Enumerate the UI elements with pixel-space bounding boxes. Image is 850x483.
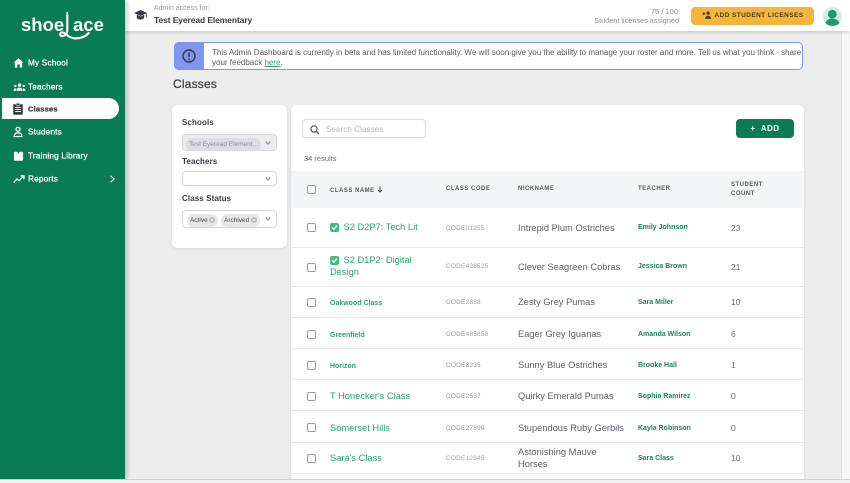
svg-text:shoe: shoe bbox=[21, 14, 64, 35]
svg-text:ace: ace bbox=[73, 14, 104, 35]
